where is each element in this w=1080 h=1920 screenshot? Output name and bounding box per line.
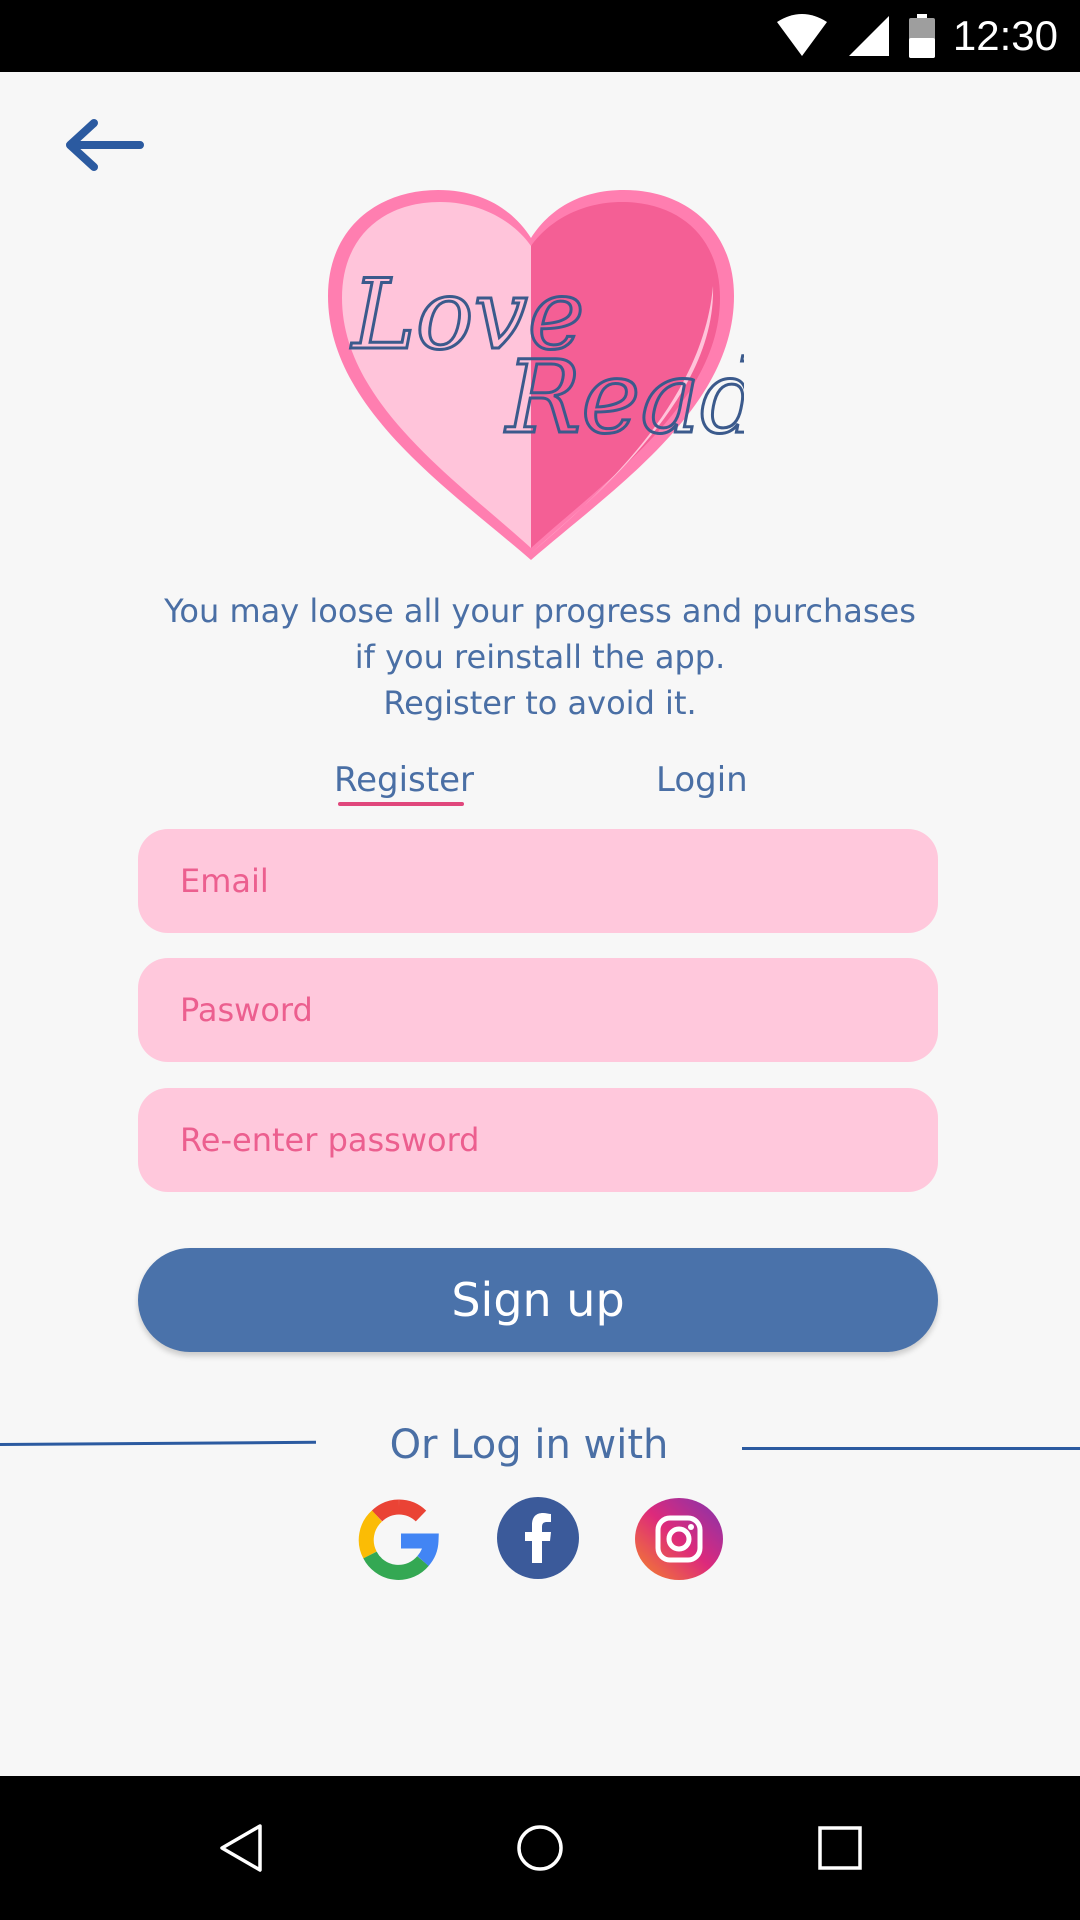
instagram-icon[interactable] <box>634 1497 724 1581</box>
nav-back-icon[interactable] <box>208 1816 272 1880</box>
navigation-bar <box>0 1776 1080 1920</box>
facebook-icon[interactable] <box>497 1497 579 1579</box>
warning-line-1: You may loose all your progress and purc… <box>164 592 916 630</box>
nav-recents-icon[interactable] <box>808 1816 872 1880</box>
reenter-password-field[interactable] <box>138 1088 938 1192</box>
email-field[interactable] <box>138 829 938 933</box>
wifi-icon <box>776 14 827 56</box>
warning-line-2: if you reinstall the app. <box>354 638 726 676</box>
tab-register[interactable]: Register <box>334 760 474 800</box>
tab-login[interactable]: Login <box>656 760 748 800</box>
status-bar: 12:30 <box>0 0 1080 72</box>
warning-line-3: Register to avoid it. <box>383 684 697 722</box>
signal-icon <box>848 16 889 56</box>
password-field[interactable] <box>138 958 938 1062</box>
divider-left <box>0 1440 317 1446</box>
status-time: 12:30 <box>952 12 1058 59</box>
divider-right <box>742 1447 1080 1450</box>
nav-home-icon[interactable] <box>508 1816 572 1880</box>
battery-icon <box>908 14 935 58</box>
warning-message: You may loose all your progress and purc… <box>120 588 960 726</box>
back-arrow-icon[interactable] <box>60 115 146 175</box>
love-read-logo: Love Read <box>328 190 744 560</box>
social-login-label: Or Log in with <box>389 1422 669 1468</box>
google-icon[interactable] <box>357 1497 441 1581</box>
sign-up-button[interactable]: Sign up <box>138 1248 938 1352</box>
tab-active-indicator <box>338 802 464 806</box>
logo-text-read: Read <box>504 339 744 456</box>
